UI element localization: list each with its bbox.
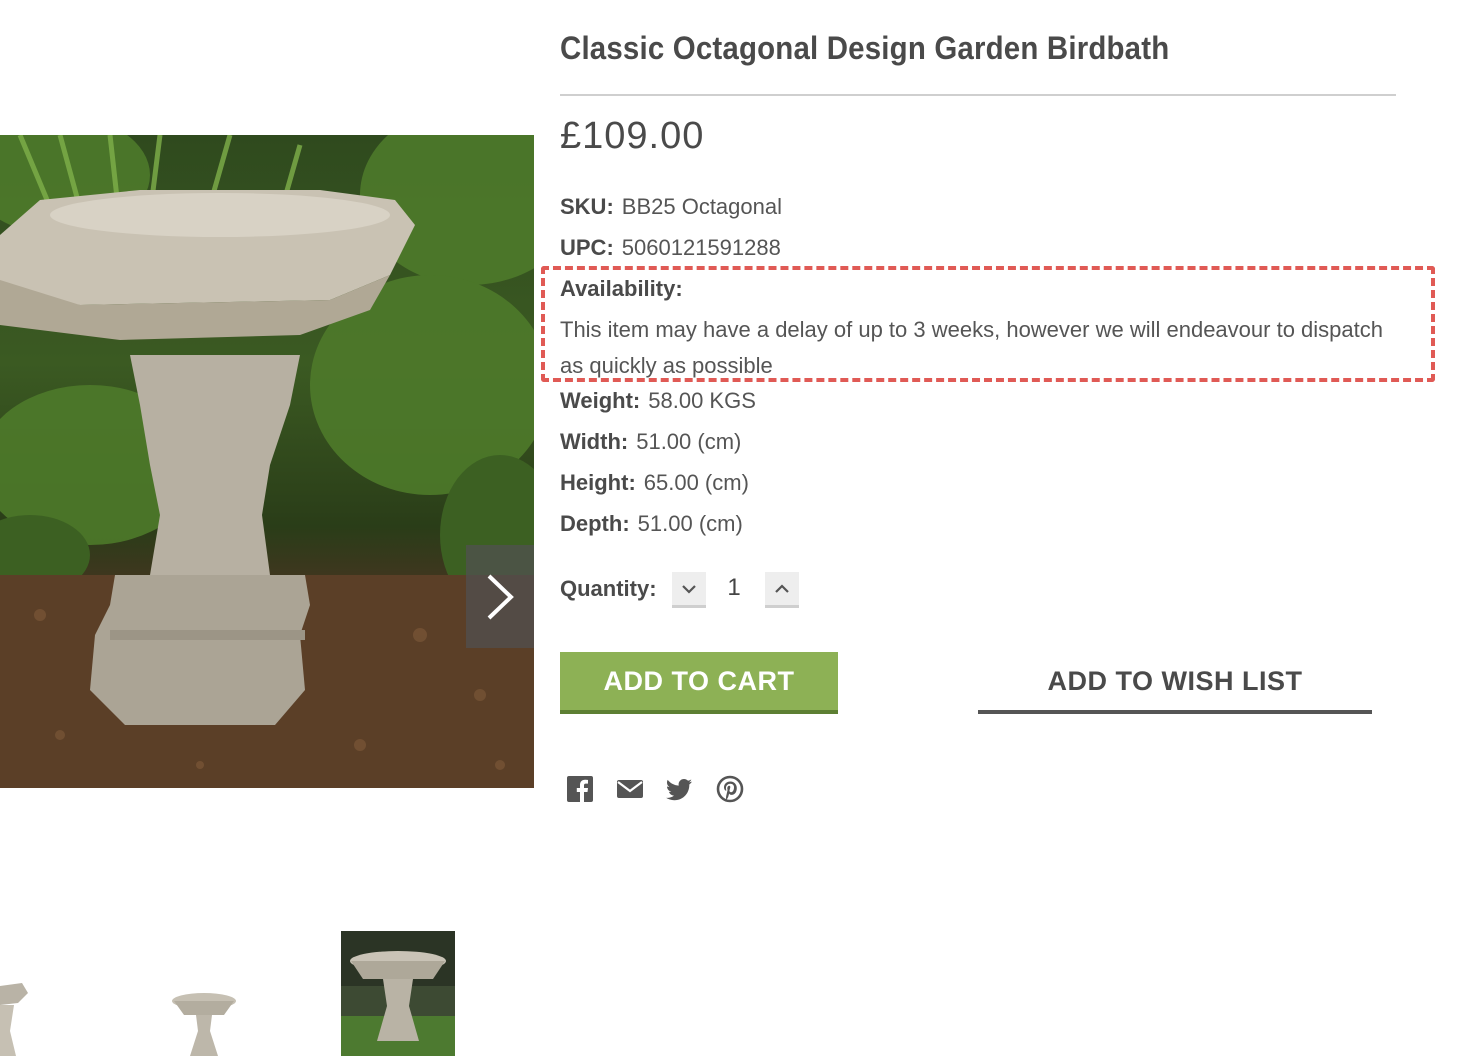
birdbath-thumbnail-1 — [0, 983, 28, 1056]
add-to-wish-list-button[interactable]: ADD TO WISH LIST — [978, 652, 1372, 714]
spec-width: Width: 51.00 (cm) — [560, 429, 741, 455]
product-main-image — [0, 135, 534, 788]
spec-availability-label: Availability: — [560, 276, 691, 302]
spec-depth: Depth: 51.00 (cm) — [560, 511, 743, 537]
add-to-cart-button[interactable]: ADD TO CART — [560, 652, 838, 714]
spec-width-label: Width: — [560, 429, 629, 454]
quantity-label: Quantity: — [560, 576, 657, 601]
product-price: £109.00 — [560, 115, 705, 157]
facebook-icon[interactable] — [566, 775, 594, 803]
spec-sku-label: SKU: — [560, 194, 614, 219]
spec-sku: SKU: BB25 Octagonal — [560, 194, 782, 220]
thumbnail-1[interactable] — [0, 931, 60, 1056]
thumbnail-2[interactable] — [168, 931, 240, 1056]
spec-weight: Weight: 58.00 KGS — [560, 388, 756, 414]
chevron-up-icon — [775, 583, 789, 593]
birdbath-thumbnail-3 — [341, 931, 455, 1056]
chevron-right-icon — [487, 574, 514, 619]
quantity-decrease-button[interactable] — [672, 572, 706, 608]
spec-sku-value: BB25 Octagonal — [621, 194, 783, 219]
spec-height: Height: 65.00 (cm) — [560, 470, 749, 496]
spec-depth-value: 51.00 (cm) — [637, 511, 743, 536]
spec-width-value: 51.00 (cm) — [636, 429, 742, 454]
chevron-down-icon — [682, 584, 696, 594]
title-divider — [560, 94, 1396, 96]
thumbnail-3-active[interactable] — [341, 931, 455, 1056]
quantity-input[interactable] — [716, 574, 752, 602]
twitter-icon[interactable] — [666, 775, 694, 803]
birdbath-thumbnail-2 — [172, 993, 236, 1056]
next-image-button[interactable] — [466, 545, 534, 648]
spec-height-value: 65.00 (cm) — [643, 470, 749, 495]
spec-weight-value: 58.00 KGS — [648, 388, 756, 413]
availability-label: Availability: — [560, 276, 683, 301]
spec-upc: UPC: 5060121591288 — [560, 235, 781, 261]
spec-height-label: Height: — [560, 470, 636, 495]
product-title: Classic Octagonal Design Garden Birdbath — [560, 30, 1170, 66]
spec-weight-label: Weight: — [560, 388, 641, 413]
availability-description: This item may have a delay of up to 3 we… — [560, 317, 1383, 378]
spec-upc-value: 5060121591288 — [621, 235, 781, 260]
birdbath-photo — [0, 135, 534, 788]
quantity-increase-button[interactable] — [765, 572, 799, 608]
pinterest-icon[interactable] — [716, 775, 744, 803]
email-icon[interactable] — [616, 775, 644, 803]
spec-depth-label: Depth: — [560, 511, 630, 536]
spec-upc-label: UPC: — [560, 235, 614, 260]
